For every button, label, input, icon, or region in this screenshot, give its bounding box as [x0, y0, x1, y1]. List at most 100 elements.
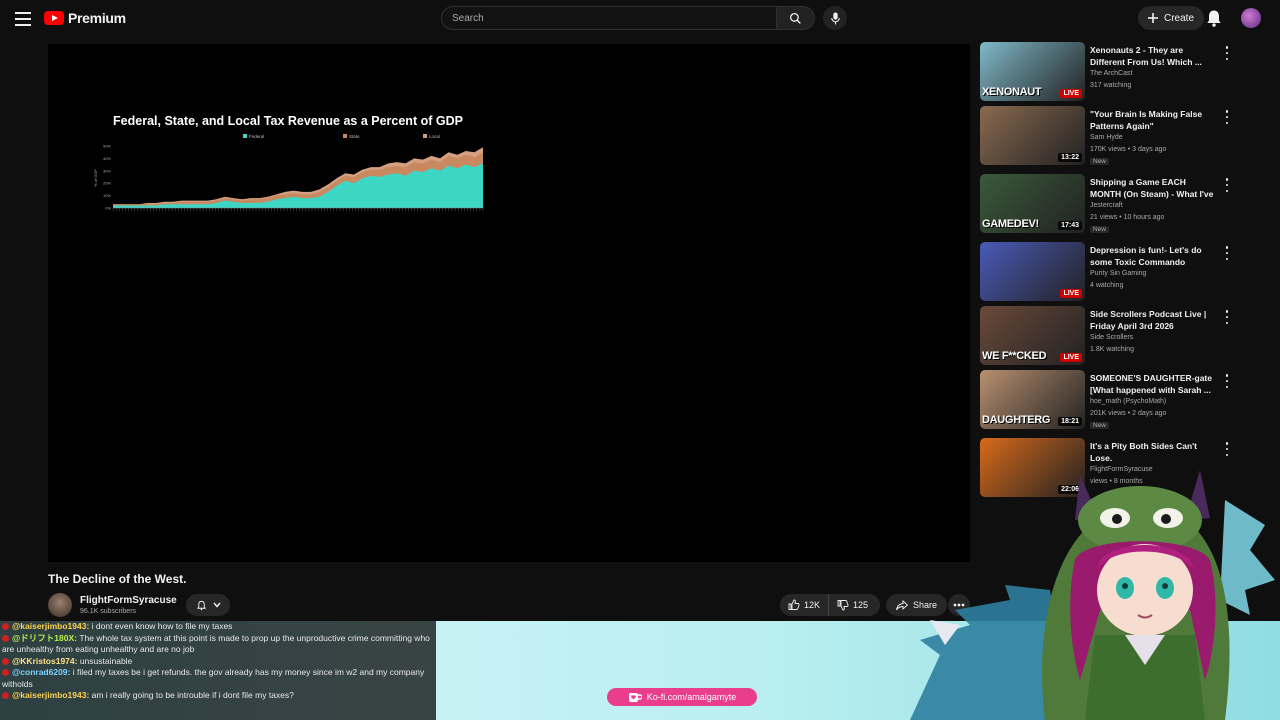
kofi-cup-icon	[628, 692, 642, 702]
notifications-bell-icon[interactable]	[1204, 8, 1224, 28]
more-vertical-icon[interactable]	[1224, 442, 1230, 456]
search-button[interactable]	[777, 6, 815, 30]
new-badge: New	[1090, 226, 1110, 233]
video-thumbnail[interactable]: 13:22	[980, 106, 1085, 165]
legend-label-federal: Federal	[249, 134, 264, 139]
chevron-down-icon	[212, 602, 221, 608]
video-meta: 4 watching	[1090, 282, 1124, 289]
search-input[interactable]	[441, 6, 777, 30]
chart-title: Federal, State, and Local Tax Revenue as…	[113, 114, 463, 128]
dislike-count: 125	[853, 600, 869, 610]
more-vertical-icon[interactable]	[1224, 110, 1230, 124]
chat-message: @conrad6209: i filed my taxes be i get r…	[0, 667, 436, 690]
video-thumbnail[interactable]: WE F**CKED LIVE	[980, 306, 1085, 365]
like-dislike-group: 12K 125	[780, 594, 880, 616]
new-badge: New	[1090, 158, 1110, 165]
video-meta: views • 8 months	[1090, 478, 1143, 485]
more-vertical-icon[interactable]	[1224, 374, 1230, 388]
thumbnail-text: DAUGHTERG	[982, 414, 1051, 426]
account-avatar[interactable]	[1241, 8, 1261, 28]
recommended-video[interactable]: GAMEDEV! 17:43 Shipping a Game EACH MONTH …	[980, 174, 1230, 236]
duration-badge: 18:21	[1058, 417, 1082, 426]
more-actions-button[interactable]	[948, 594, 970, 616]
video-thumbnail[interactable]: LIVE	[980, 242, 1085, 301]
chat-avatar-icon	[2, 623, 9, 630]
chat-avatar-icon	[2, 657, 9, 665]
chat-text: i dont even know how to file my taxes	[91, 621, 233, 631]
create-button[interactable]: Create	[1138, 6, 1205, 30]
live-badge: LIVE	[1060, 89, 1082, 98]
video-player[interactable]: Federal, State, and Local Tax Revenue as…	[48, 44, 970, 562]
microphone-icon	[830, 12, 840, 24]
share-label: Share	[913, 600, 938, 610]
recommended-video[interactable]: 22:06 It's a Pity Both Sides Can't Lose. F…	[980, 438, 1230, 500]
legend-label-state: State	[349, 134, 360, 139]
video-meta: 317 watching	[1090, 82, 1132, 89]
bell-icon	[196, 600, 206, 610]
chat-avatar-icon	[2, 692, 9, 699]
thumbnail-text: WE F**CKED	[982, 350, 1047, 362]
share-button[interactable]: Share	[886, 594, 948, 616]
dislike-button[interactable]: 125	[829, 594, 876, 616]
video-channel-name: hoe_math (PsychoMath)	[1090, 398, 1167, 405]
chat-message: @ドリフト180X: The whole tax system at this …	[0, 633, 436, 656]
chat-username: @ドリフト180X:	[12, 632, 80, 643]
channel-subscriber-count: 96.1K subscribers	[80, 608, 137, 615]
menu-icon[interactable]	[12, 8, 34, 30]
recommended-video[interactable]: LIVE Depression is fun!- Let's do some To…	[980, 242, 1230, 304]
video-thumbnail[interactable]: XENONAUT LIVE	[980, 42, 1085, 101]
new-badge: New	[1090, 422, 1110, 429]
y-tick-label: 50%	[103, 144, 111, 149]
thumbnail-text: GAMEDEV!	[982, 218, 1039, 230]
voice-search-button[interactable]	[823, 6, 847, 30]
video-title: Side Scrollers Podcast Live | Friday Apr…	[1090, 309, 1207, 331]
chat-avatar-icon	[2, 634, 9, 642]
live-badge: LIVE	[1060, 289, 1082, 298]
recommended-video[interactable]: WE F**CKED LIVE Side Scrollers Podcast Liv…	[980, 306, 1230, 368]
chat-text: am i really going to be introuble if i d…	[91, 690, 294, 700]
tax-revenue-chart: Federal State Local 50% 40% 30% 20% 10% 0% % of G…	[93, 134, 484, 211]
recommended-video[interactable]: XENONAUT LIVE Xenonauts 2 - They are Diffe…	[980, 42, 1230, 104]
video-thumbnail[interactable]: 22:06	[980, 438, 1085, 497]
like-count: 12K	[804, 600, 821, 610]
video-channel-name: Purity Sin Gaming	[1090, 270, 1147, 277]
video-meta: 201K views • 2 days ago	[1090, 410, 1167, 417]
channel-name[interactable]: FlightFormSyracuse	[80, 595, 177, 606]
youtube-premium-logo[interactable]: Premium	[44, 10, 126, 26]
video-thumbnail[interactable]: GAMEDEV! 17:43	[980, 174, 1085, 233]
live-badge: LIVE	[1060, 353, 1082, 362]
kofi-text: Ko-fi.com/amalgamyte	[646, 692, 737, 702]
search-icon	[789, 12, 801, 24]
recommended-video[interactable]: 13:22 "Your Brain Is Making False Pattern…	[980, 106, 1230, 168]
more-vertical-icon[interactable]	[1224, 46, 1230, 60]
video-channel-name: The ArchCast	[1090, 70, 1133, 77]
chat-username: @kaiserjimbo1943:	[12, 621, 92, 631]
y-axis-label: % of GDP	[93, 169, 98, 187]
video-title: SOMEONE'S DAUGHTER-gate [What happened w…	[1090, 373, 1212, 395]
chat-message: @kaiserjimbo1943: i dont even know how t…	[0, 621, 436, 633]
plus-icon	[1148, 13, 1158, 23]
kofi-link[interactable]: Ko-fi.com/amalgamyte	[607, 688, 757, 706]
chat-avatar-icon	[2, 669, 9, 676]
like-button[interactable]: 12K	[780, 594, 830, 616]
subscription-bell-button[interactable]	[186, 594, 230, 616]
video-title: Depression is fun!- Let's do some Toxic …	[1090, 245, 1202, 267]
y-tick-label: 20%	[103, 181, 111, 186]
y-tick-label: 40%	[103, 156, 111, 161]
more-vertical-icon[interactable]	[1224, 310, 1230, 324]
video-title: "Your Brain Is Making False Patterns Aga…	[1090, 109, 1203, 131]
legend-label-local: Local	[429, 134, 440, 139]
chat-username: @kaiserjimbo1943:	[12, 690, 92, 700]
more-vertical-icon[interactable]	[1224, 178, 1230, 192]
more-vertical-icon[interactable]	[1224, 246, 1230, 260]
thumbs-up-icon	[788, 599, 800, 610]
video-channel-name: Side Scrollers	[1090, 334, 1134, 341]
video-meta: 1.8K watching	[1090, 346, 1134, 353]
chat-username: @KKristos1974:	[12, 655, 80, 666]
create-label: Create	[1164, 12, 1195, 24]
video-thumbnail[interactable]: DAUGHTERG 18:21	[980, 370, 1085, 429]
recommended-video[interactable]: DAUGHTERG 18:21 SOMEONE'S DAUGHTER-gate [W…	[980, 370, 1230, 432]
y-tick-label: 10%	[103, 193, 111, 198]
channel-avatar[interactable]	[48, 593, 72, 617]
chat-text: unsustainable	[79, 655, 133, 666]
